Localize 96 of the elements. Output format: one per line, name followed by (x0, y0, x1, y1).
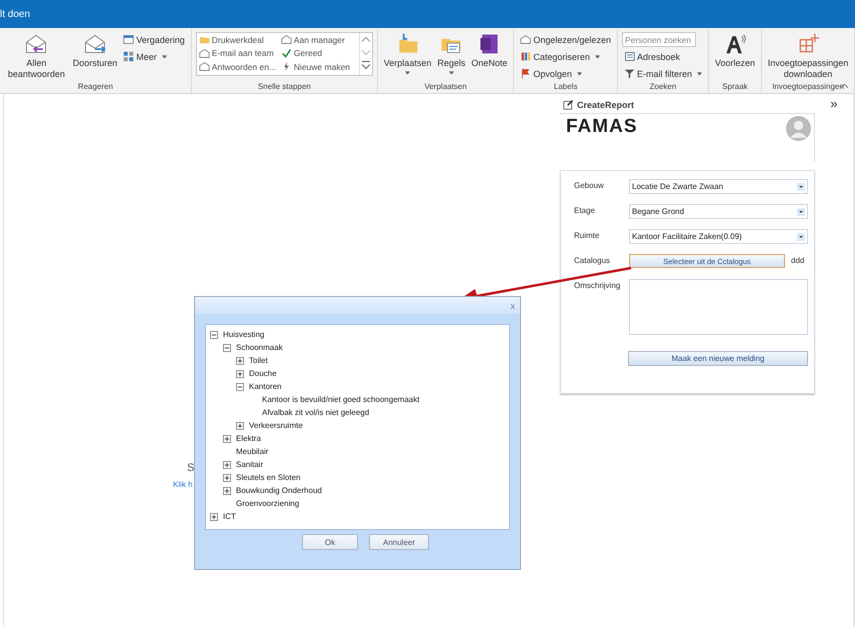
ribbon-button[interactable]: E-mail filteren (622, 66, 704, 81)
folder-icon (198, 34, 210, 46)
caret-icon (405, 71, 410, 75)
expand-icon[interactable] (223, 474, 231, 482)
search-field[interactable]: Personen zoeken (622, 32, 696, 47)
pane-title: CreateReport (577, 100, 634, 110)
category-icon (520, 51, 532, 62)
ribbon-button[interactable]: Adresboek (622, 49, 704, 64)
submit-button[interactable]: Maak een nieuwe melding (628, 351, 808, 366)
tree-item[interactable]: Sanitair (236, 458, 264, 471)
expand-gallery-icon[interactable] (360, 59, 372, 72)
ribbon-button[interactable]: Categoriseren (518, 49, 613, 64)
ribbon-button[interactable]: Doorsturen (70, 31, 120, 70)
tree-item[interactable]: Meubilair (236, 445, 268, 458)
collapse-icon[interactable] (236, 382, 244, 390)
ribbon-button[interactable]: Allen beantwoorden (4, 31, 69, 81)
check-icon (280, 48, 292, 59)
forward-icon (82, 32, 107, 56)
caret-icon (162, 54, 167, 58)
tree-item[interactable]: Groenvoorziening (236, 497, 300, 510)
dropdown-field[interactable]: Kantoor Facilitaire Zaken(0.09) (629, 229, 808, 244)
close-button[interactable]: x (510, 300, 515, 310)
group-label: Zoeken (650, 82, 676, 92)
field-label: Etage (574, 205, 596, 215)
quick-step-item[interactable]: Nieuwe maken (278, 60, 359, 74)
caret-icon (448, 71, 454, 75)
reading-pane-heading: S (186, 462, 194, 474)
group-label: Labels (554, 82, 578, 92)
group-label: Reageren (78, 82, 113, 92)
calendar-icon (123, 34, 134, 45)
dialog-button[interactable]: Annuleer (369, 534, 429, 550)
tree-item[interactable]: ICT (223, 510, 236, 523)
ribbon-button[interactable]: Verplaatsen (382, 31, 434, 76)
ribbon-button[interactable]: Invoegtoepassingen downloaden (766, 31, 850, 81)
dropdown-field[interactable]: Begane Grond (629, 204, 808, 219)
window-title: lt doen (0, 8, 30, 20)
group-label: Spraak (722, 82, 748, 92)
caret-icon (594, 54, 600, 58)
caret-icon (576, 72, 582, 76)
tree-item[interactable]: Toilet (249, 354, 268, 367)
filter-icon (624, 68, 635, 79)
quick-step-item[interactable]: Antwoorden en... (196, 60, 279, 74)
field-label: Omschrijving (574, 280, 622, 290)
ribbon-button[interactable]: Regels (435, 31, 468, 76)
ribbon-button[interactable]: Vergadering (121, 32, 187, 47)
tree-item[interactable]: Douche (249, 367, 277, 380)
logo: FAMAS (566, 116, 638, 138)
avatar-icon (786, 116, 811, 141)
flag-icon (520, 68, 532, 79)
reading-pane-link[interactable]: Klik h (173, 480, 193, 489)
tree-item[interactable]: Schoonmaak (236, 341, 283, 354)
dropdown-field[interactable]: Locatie De Zwarte Zwaan (629, 179, 808, 194)
ribbon-button[interactable]: OneNote (469, 31, 510, 70)
field-label: Ruimte (574, 230, 600, 240)
field-label: Catalogus (574, 255, 612, 265)
caret-icon (797, 208, 805, 216)
dialog-button[interactable]: Ok (302, 534, 358, 550)
quick-step-item[interactable]: E-mail aan team (196, 46, 279, 60)
tree-item[interactable]: Elektra (236, 432, 261, 445)
reply-all-icon (24, 32, 48, 56)
ribbon-button[interactable]: Ongelezen/gelezen (518, 32, 613, 47)
tree-item[interactable]: Verkeersruimte (249, 419, 303, 432)
ribbon-button[interactable]: Meer (121, 49, 187, 64)
expand-icon[interactable] (236, 370, 244, 378)
expand-icon[interactable] (223, 460, 231, 468)
caret-icon (797, 182, 805, 190)
ribbon-button[interactable]: Voorlezen (712, 31, 757, 70)
tree-item[interactable]: Kantoren (249, 380, 282, 393)
caret-icon (696, 72, 702, 76)
tree-item[interactable]: Huisvesting (223, 328, 264, 341)
tree-item[interactable]: Sleutels en Sloten (236, 471, 300, 484)
address-book-icon (624, 51, 635, 62)
edit-icon (563, 99, 574, 110)
expand-pane-icon[interactable]: » (830, 97, 838, 111)
quick-step-item[interactable]: Aan manager (278, 33, 359, 46)
collapse-icon[interactable] (210, 330, 218, 338)
group-label: Snelle stappen (258, 82, 311, 92)
group-label: Invoegtoepassingen (772, 82, 844, 92)
expand-icon[interactable] (223, 434, 231, 442)
group-label: Verplaatsen (424, 82, 467, 92)
tree-item[interactable]: Kantoor is bevuild/niet goed schoongemaakt (262, 393, 420, 406)
ribbon-button[interactable]: Opvolgen (518, 66, 613, 81)
collapse-icon[interactable] (223, 344, 231, 352)
expand-icon[interactable] (210, 512, 218, 520)
tree-item[interactable]: Afvalbak zit vol/is niet geleegd (262, 406, 370, 419)
expand-icon[interactable] (236, 356, 244, 364)
quick-step-item[interactable]: Drukwerkdeal (196, 33, 279, 46)
caret-icon (797, 232, 805, 240)
tree-item[interactable]: Bouwkundig Onderhoud (236, 484, 322, 497)
expand-icon[interactable] (236, 422, 244, 430)
description-field[interactable] (629, 279, 808, 335)
expand-icon[interactable] (223, 486, 231, 494)
field-label: Gebouw (574, 180, 605, 190)
grid-icon (123, 51, 134, 62)
catalog-value: ddd (791, 255, 804, 265)
quick-step-item[interactable]: Gereed (278, 46, 359, 60)
